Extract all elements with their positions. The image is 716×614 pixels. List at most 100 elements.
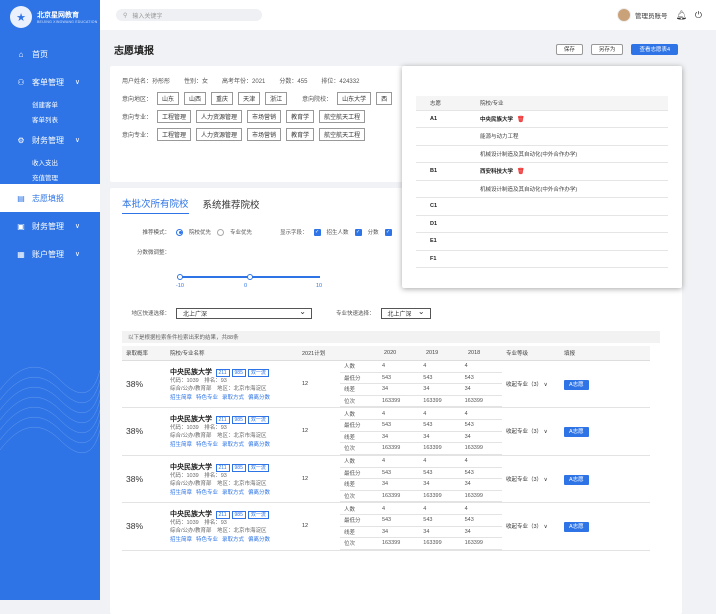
badge-985: 985 (231, 511, 246, 520)
major-tag[interactable]: 航空航天工程 (319, 127, 366, 141)
link-deviation[interactable]: 偏离分数 (248, 442, 270, 448)
link-brochure[interactable]: 招生简章 (170, 490, 192, 496)
link-admission[interactable]: 录取方式 (222, 490, 244, 496)
collapse-majors[interactable]: 收起专业（3） (506, 382, 542, 388)
search-input[interactable]: ⚲ 输入关键字 (116, 9, 262, 21)
link-featured[interactable]: 特色专业 (196, 442, 218, 448)
region-tag[interactable]: 山东 (157, 91, 180, 105)
save-as-button[interactable]: 另存为 (590, 43, 624, 55)
link-deviation[interactable]: 偏离分数 (248, 395, 270, 401)
stat-2018: 163399 (460, 442, 502, 455)
chevron-down-icon[interactable]: ∨ (544, 382, 548, 388)
power-icon[interactable]: ⏻ (695, 10, 702, 21)
badge-211: 211 (215, 368, 230, 377)
badge-211: 211 (215, 511, 230, 520)
view-volunteer-button[interactable]: 查看志愿表4 (631, 43, 678, 55)
stat-label: 最低分 (340, 372, 378, 384)
link-brochure[interactable]: 招生简章 (170, 442, 192, 448)
school-name[interactable]: 中央民族大学 (170, 369, 212, 376)
stat-label: 人数 (340, 408, 378, 420)
school-name[interactable]: 中央民族大学 (170, 464, 212, 471)
sidebar-sub-recharge[interactable]: 充值管理 (0, 169, 100, 184)
checkbox-score[interactable]: ✓ (354, 228, 362, 236)
plan-count: 12 (298, 360, 340, 408)
region-tag[interactable]: 山西 (184, 91, 207, 105)
major-tag[interactable]: 教育学 (286, 109, 315, 123)
link-featured[interactable]: 特色专业 (196, 395, 218, 401)
volunteer-row: B1 西安科技大学 🗑︎ (416, 162, 668, 181)
delete-icon[interactable]: 🗑︎ (517, 169, 525, 175)
chevron-down-icon[interactable]: ∨ (544, 477, 548, 483)
add-volunteer-a-button[interactable]: A志愿 (564, 522, 589, 533)
major-label: 意向专业： (122, 132, 153, 139)
add-volunteer-a-button[interactable]: A志愿 (564, 474, 589, 485)
add-volunteer-a-button[interactable]: A志愿 (564, 427, 589, 438)
region-tag[interactable]: 浙江 (265, 91, 288, 105)
link-admission[interactable]: 录取方式 (222, 442, 244, 448)
sidebar-item-account[interactable]: ▦ 账户管理 ∨ (0, 240, 100, 268)
stat-2019: 543 (419, 419, 461, 432)
slider-knob-mid[interactable] (247, 274, 253, 280)
link-featured[interactable]: 特色专业 (196, 537, 218, 543)
region-select[interactable]: 北上广深 (176, 307, 312, 319)
collapse-majors[interactable]: 收起专业（3） (506, 429, 542, 435)
link-deviation[interactable]: 偏离分数 (248, 537, 270, 543)
major-tag[interactable]: 工程管理 (157, 109, 192, 123)
slider-knob-min[interactable] (177, 274, 183, 280)
collapse-majors[interactable]: 收起专业（3） (506, 524, 542, 530)
link-brochure[interactable]: 招生简章 (170, 537, 192, 543)
badge-985: 985 (231, 463, 246, 472)
link-brochure[interactable]: 招生简章 (170, 395, 192, 401)
mode-radio-college[interactable] (176, 228, 183, 236)
mode-radio-major[interactable] (217, 228, 225, 236)
stat-2020: 543 (377, 467, 420, 479)
school-name[interactable]: 中央民族大学 (170, 416, 212, 423)
save-button[interactable]: 保存 (555, 43, 583, 55)
admission-probability: 38% (126, 521, 144, 532)
volunteer-table: 志愿 院校/专业 A1 中央民族大学 🗑︎ 能源与动力工程 机械设计制造及其自动化(中外合… (416, 96, 668, 268)
collapse-majors[interactable]: 收起专业（3） (506, 477, 542, 483)
region-tag[interactable]: 重庆 (211, 91, 234, 105)
sidebar-item-customer[interactable]: ⚇ 客单管理 ∨ (0, 68, 100, 96)
link-deviation[interactable]: 偏离分数 (248, 490, 270, 496)
score-slider[interactable] (177, 274, 320, 280)
stat-2020: 543 (377, 514, 420, 527)
region-tag[interactable]: 天津 (238, 91, 261, 105)
college-tag[interactable]: 山东大学 (337, 91, 372, 105)
tab-all-colleges[interactable]: 本批次所有院校 (122, 196, 189, 214)
major-tag[interactable]: 教育学 (286, 127, 315, 141)
bell-icon[interactable]: 🔔︎ (675, 10, 686, 21)
major-tag[interactable]: 工程管理 (157, 127, 192, 141)
delete-icon[interactable]: 🗑︎ (517, 117, 525, 123)
add-volunteer-a-button[interactable]: A志愿 (564, 379, 589, 390)
link-featured[interactable]: 特色专业 (196, 490, 218, 496)
major-tag[interactable]: 市场营销 (247, 109, 282, 123)
tab-recommended[interactable]: 系统推荐院校 (203, 197, 260, 214)
checkbox-enrollment[interactable]: ✓ (313, 228, 321, 236)
major-select[interactable]: 北上广深 (380, 307, 431, 319)
avatar[interactable] (616, 8, 631, 22)
school-name[interactable]: 中央民族大学 (170, 511, 212, 518)
fields-label: 显示字段： (280, 230, 308, 236)
link-admission[interactable]: 录取方式 (222, 395, 244, 401)
chevron-down-icon[interactable]: ∨ (544, 429, 548, 435)
major-tag[interactable]: 航空航天工程 (319, 109, 366, 123)
sidebar-item-application[interactable]: ▤ 志愿填报 (0, 184, 100, 212)
link-admission[interactable]: 录取方式 (222, 537, 244, 543)
sidebar-item-finance[interactable]: ⚙ 财务管理 ∨ (0, 126, 100, 154)
sidebar-item-home[interactable]: ⌂ 首页 (0, 40, 100, 68)
checkbox-more[interactable]: ✓ (384, 228, 392, 236)
sidebar-sub-income[interactable]: 收入支出 (0, 154, 100, 169)
major-select-label: 专业快速选择： (336, 311, 375, 317)
major-tag[interactable]: 市场营销 (247, 127, 282, 141)
stat-2020: 163399 (377, 490, 420, 502)
sidebar-item-finance-2[interactable]: ▣ 财务管理 ∨ (0, 212, 100, 240)
major-tag[interactable]: 人力资源管理 (196, 127, 243, 141)
major-tag[interactable]: 人力资源管理 (196, 109, 243, 123)
logo-title: 北京星网教育 (37, 12, 79, 19)
chevron-down-icon[interactable]: ∨ (544, 524, 548, 530)
college-tag[interactable]: 西 (376, 91, 393, 105)
sidebar-sub-order-list[interactable]: 客单列表 (0, 111, 100, 126)
sidebar-sub-create-order[interactable]: 创建客单 (0, 96, 100, 111)
user-name[interactable]: 管理员账号 (635, 10, 668, 20)
